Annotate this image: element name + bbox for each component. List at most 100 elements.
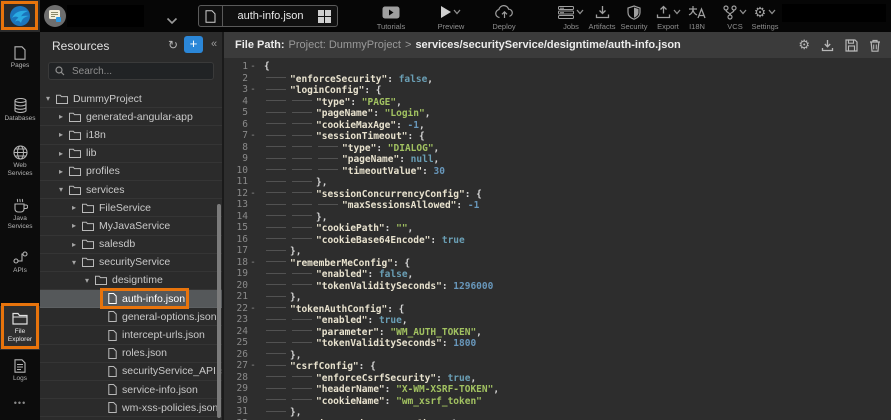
fold-marker-icon[interactable]: - <box>248 360 258 372</box>
add-resource-button[interactable]: + <box>184 36 203 53</box>
collapse-panel-icon[interactable]: « <box>208 37 220 52</box>
tree-item-generated-angular-app[interactable]: ▸generated-angular-app <box>40 108 222 126</box>
open-file-tab[interactable]: auth-info.json <box>198 5 338 27</box>
code-line[interactable]: 17}, <box>224 245 891 257</box>
chevron-down-icon[interactable]: ▾ <box>85 276 95 285</box>
sidebar-item-databases[interactable]: Databases <box>0 98 40 123</box>
sidebar-item-java-services[interactable]: Java Services <box>0 198 40 230</box>
project-avatar[interactable] <box>44 5 66 27</box>
sidebar-item-apis[interactable]: APIs <box>0 250 40 275</box>
search-input[interactable] <box>70 65 207 78</box>
delete-icon[interactable] <box>869 39 881 52</box>
code-line[interactable]: 2"enforceSecurity": false, <box>224 73 891 85</box>
chevron-right-icon[interactable]: ▸ <box>72 240 82 249</box>
refresh-icon[interactable]: ↻ <box>168 38 178 52</box>
fold-marker-icon[interactable]: - <box>248 61 258 73</box>
tree-item-designtime[interactable]: ▾designtime <box>40 272 222 290</box>
tree-item-services[interactable]: ▾services <box>40 181 222 199</box>
code-text: "loginConfig": { <box>264 84 382 96</box>
tree-item-lib[interactable]: ▸lib <box>40 145 222 163</box>
sidebar-item-logs[interactable]: Logs <box>0 358 40 383</box>
code-line[interactable]: 30"cookieName": "wm_xsrf_token" <box>224 395 891 407</box>
code-line[interactable]: 20"tokenValiditySeconds": 1296000 <box>224 280 891 292</box>
tree-item-securityservice[interactable]: ▾securityService <box>40 254 222 272</box>
tree-item-label: securityService_API.json <box>122 365 222 377</box>
code-line[interactable]: 4"type": "PAGE", <box>224 96 891 108</box>
download-file-icon[interactable] <box>821 39 834 52</box>
tree-item-fileservice[interactable]: ▸FileService <box>40 199 222 217</box>
editor-settings-icon[interactable]: ⚙ <box>798 38 810 52</box>
code-line[interactable]: 14}, <box>224 211 891 223</box>
code-line[interactable]: 7-"sessionTimeout": { <box>224 130 891 142</box>
fold-marker-icon[interactable]: - <box>248 303 258 315</box>
chevron-right-icon[interactable]: ▸ <box>59 149 69 158</box>
save-icon[interactable] <box>845 39 858 52</box>
fold-marker-icon[interactable]: - <box>248 130 258 142</box>
chevron-down-icon[interactable]: ▾ <box>72 258 82 267</box>
fold-marker-icon[interactable]: - <box>248 84 258 96</box>
tutorials-button[interactable]: Tutorials <box>368 4 414 31</box>
tree-item-general-options-json[interactable]: general-options.json <box>40 308 222 326</box>
chevron-right-icon[interactable]: ▸ <box>59 167 69 176</box>
code-line[interactable]: 29"headerName": "X-WM-XSRF-TOKEN", <box>224 383 891 395</box>
grid-view-icon[interactable] <box>318 10 331 23</box>
sidebar-item-file-explorer[interactable]: File Explorer <box>0 306 40 350</box>
file-icon <box>108 293 117 304</box>
tree-item-profiles[interactable]: ▸profiles <box>40 163 222 181</box>
tree-item-auth-info-json[interactable]: auth-info.json <box>40 290 222 308</box>
code-line[interactable]: 24"parameter": "WM_AUTH_TOKEN", <box>224 326 891 338</box>
fold-marker-icon[interactable]: - <box>248 257 258 269</box>
chevron-right-icon[interactable]: ▸ <box>72 221 82 230</box>
tree-item-i18n[interactable]: ▸i18n <box>40 126 222 144</box>
code-line[interactable]: 19"enabled": false, <box>224 268 891 280</box>
project-dropdown-chevron-icon[interactable] <box>166 12 178 30</box>
code-line[interactable]: 21}, <box>224 291 891 303</box>
code-line[interactable]: 13"maxSessionsAllowed": -1 <box>224 199 891 211</box>
app-logo[interactable] <box>0 0 40 32</box>
code-line[interactable]: 23"enabled": true, <box>224 314 891 326</box>
code-line[interactable]: 10"timeoutValue": 30 <box>224 165 891 177</box>
deploy-button[interactable]: Deploy <box>481 4 527 31</box>
code-line[interactable]: 26}, <box>224 349 891 361</box>
chevron-right-icon[interactable]: ▸ <box>59 130 69 139</box>
tree-item-myjavaservice[interactable]: ▸MyJavaService <box>40 217 222 235</box>
file-icon <box>108 402 117 413</box>
tree-item-service-info-json[interactable]: service-info.json <box>40 381 222 399</box>
tree-item-intercept-urls-json[interactable]: intercept-urls.json <box>40 326 222 344</box>
code-line[interactable]: 28"enforceCsrfSecurity": true, <box>224 372 891 384</box>
fold-gutter <box>248 153 258 165</box>
code-line[interactable]: 15"cookiePath": "", <box>224 222 891 234</box>
code-line[interactable]: 31}, <box>224 406 891 418</box>
code-line[interactable]: 3-"loginConfig": { <box>224 84 891 96</box>
code-line[interactable]: 27-"csrfConfig": { <box>224 360 891 372</box>
code-line[interactable]: 5"pageName": "Login", <box>224 107 891 119</box>
search-icon <box>55 66 65 76</box>
tree-scrollbar[interactable] <box>217 204 221 418</box>
chevron-right-icon[interactable]: ▸ <box>59 112 69 121</box>
code-line[interactable]: 6"cookieMaxAge": -1, <box>224 119 891 131</box>
code-editor[interactable]: 1-{2"enforceSecurity": false,3-"loginCon… <box>224 58 891 420</box>
tree-item-roles-json[interactable]: roles.json <box>40 345 222 363</box>
code-line[interactable]: 11}, <box>224 176 891 188</box>
code-line[interactable]: 12-"sessionConcurrencyConfig": { <box>224 188 891 200</box>
tree-item-salesdb[interactable]: ▸salesdb <box>40 236 222 254</box>
tree-item-dummyproject[interactable]: ▾DummyProject <box>40 90 222 108</box>
tree-item-wm-xss-policies-json[interactable]: wm-xss-policies.json <box>40 399 222 417</box>
sidebar-more-button[interactable]: ••• <box>0 398 40 408</box>
sidebar-item-web-services[interactable]: Web Services <box>0 145 40 177</box>
fold-marker-icon[interactable]: - <box>248 188 258 200</box>
code-line[interactable]: 9"pageName": null, <box>224 153 891 165</box>
preview-button[interactable]: Preview <box>428 4 474 31</box>
code-line[interactable]: 16"cookieBase64Encode": true <box>224 234 891 246</box>
chevron-down-icon[interactable]: ▾ <box>59 185 69 194</box>
code-line[interactable]: 1-{ <box>224 61 891 73</box>
code-line[interactable]: 8"type": "DIALOG", <box>224 142 891 154</box>
code-line[interactable]: 18-"rememberMeConfig": { <box>224 257 891 269</box>
resource-search[interactable] <box>48 62 214 80</box>
code-line[interactable]: 25"tokenValiditySeconds": 1800 <box>224 337 891 349</box>
tree-item-securityservice-api-json[interactable]: securityService_API.json <box>40 363 222 381</box>
code-line[interactable]: 22-"tokenAuthConfig": { <box>224 303 891 315</box>
sidebar-item-pages[interactable]: Pages <box>0 45 40 70</box>
chevron-down-icon[interactable]: ▾ <box>46 94 56 103</box>
chevron-right-icon[interactable]: ▸ <box>72 203 82 212</box>
